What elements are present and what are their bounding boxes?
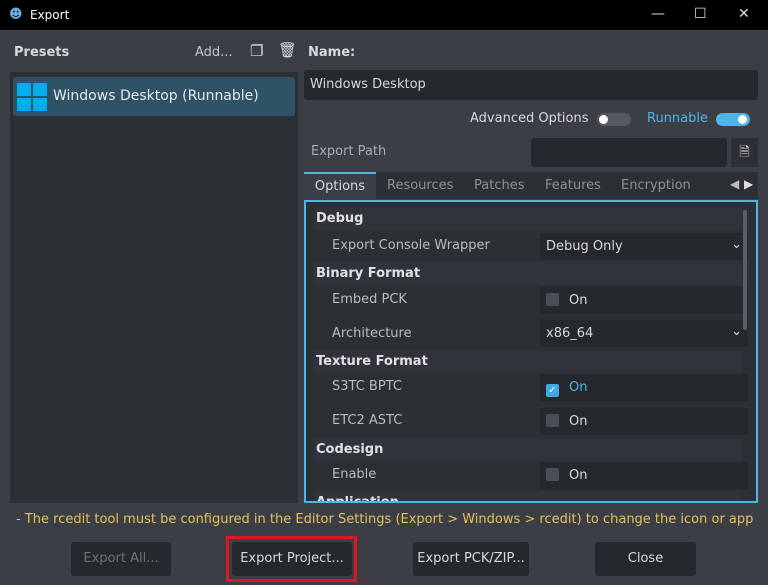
select-value: Debug Only (546, 239, 623, 254)
minimize-button[interactable]: — (651, 6, 665, 22)
title-bar: ☻ Export — ☐ ✕ (0, 0, 768, 30)
etc2-astc-row: ETC2 ASTC On (314, 408, 748, 435)
options-inspector: Debug Export Console Wrapper Debug Only ⌄… (304, 200, 758, 503)
presets-label: Presets (14, 45, 70, 60)
presets-list: Windows Desktop (Runnable) (10, 72, 298, 503)
advanced-options-label: Advanced Options (470, 111, 589, 126)
etc2-astc-checkbox[interactable]: On (540, 408, 748, 435)
checkbox-label: On (569, 293, 588, 308)
tab-features[interactable]: Features (545, 178, 601, 193)
runnable-toggle[interactable] (716, 113, 750, 126)
runnable-label: Runnable (647, 111, 708, 126)
tab-resources[interactable]: Resources (387, 178, 453, 193)
tab-encryption[interactable]: Encryption (621, 178, 691, 193)
export-path-label: Export Path (311, 144, 387, 159)
window-title: Export (30, 8, 70, 22)
tab-bar: Options Resources Patches Features Encry… (304, 172, 758, 199)
advanced-options-toggle[interactable] (597, 113, 631, 126)
duplicate-icon[interactable]: ❐ (250, 42, 263, 60)
close-window-button[interactable]: ✕ (738, 6, 750, 22)
delete-icon[interactable]: 🗑 (278, 41, 297, 59)
tab-scroll-right-icon[interactable]: ▶ (744, 177, 753, 191)
property-label: Export Console Wrapper (332, 238, 490, 253)
checkbox-icon (546, 414, 559, 427)
checkmark-icon: ✓ (546, 384, 559, 397)
name-label: Name: (308, 45, 356, 60)
preset-item-label: Windows Desktop (Runnable) (53, 88, 259, 104)
property-label: ETC2 ASTC (332, 413, 403, 428)
tab-scroll-left-icon[interactable]: ◀ (730, 177, 739, 191)
export-console-wrapper-row: Export Console Wrapper Debug Only ⌄ (314, 233, 748, 260)
checkbox-label: On (569, 414, 588, 429)
windows-icon (17, 83, 47, 111)
property-label: Enable (332, 467, 377, 482)
export-all-button[interactable]: Export All... (71, 542, 171, 576)
section-application: Application (314, 491, 742, 501)
s3tc-bptc-row: S3TC BPTC ✓ On (314, 374, 748, 401)
name-input[interactable]: Windows Desktop (304, 70, 758, 100)
export-project-button[interactable]: Export Project... (232, 542, 352, 576)
close-button[interactable]: Close (595, 542, 696, 576)
checkbox-label: On (569, 468, 588, 483)
s3tc-bptc-checkbox[interactable]: ✓ On (540, 374, 748, 401)
maximize-button[interactable]: ☐ (694, 6, 707, 22)
checkbox-label: On (569, 380, 588, 395)
preset-item[interactable]: Windows Desktop (Runnable) (13, 77, 295, 116)
browse-file-icon[interactable]: 🗎 (731, 138, 758, 167)
checkbox-icon (546, 468, 559, 481)
chevron-down-icon: ⌄ (731, 237, 742, 252)
rcedit-warning: - The rcedit tool must be configured in … (16, 512, 756, 527)
property-label: Embed PCK (332, 292, 407, 307)
checkbox-icon (546, 293, 559, 306)
embed-pck-checkbox[interactable]: On (540, 287, 748, 314)
export-console-wrapper-select[interactable]: Debug Only ⌄ (540, 233, 748, 260)
embed-pck-row: Embed PCK On (314, 287, 748, 314)
chevron-down-icon: ⌄ (731, 324, 742, 339)
property-label: S3TC BPTC (332, 379, 402, 394)
export-path-input[interactable] (531, 138, 727, 167)
select-value: x86_64 (546, 326, 594, 341)
section-texture-format: Texture Format (314, 350, 742, 373)
scrollbar[interactable] (743, 210, 747, 330)
export-pck-zip-button[interactable]: Export PCK/ZIP... (413, 542, 529, 576)
architecture-row: Architecture x86_64 ⌄ (314, 320, 748, 348)
section-debug: Debug (314, 207, 742, 230)
section-codesign: Codesign (314, 438, 742, 461)
godot-icon: ☻ (9, 7, 23, 22)
section-binary-format: Binary Format (314, 262, 742, 285)
enable-row: Enable On (314, 462, 748, 489)
property-label: Architecture (332, 326, 412, 341)
add-preset-button[interactable]: Add... (195, 45, 233, 60)
architecture-select[interactable]: x86_64 ⌄ (540, 320, 748, 347)
tab-options[interactable]: Options (304, 172, 376, 199)
tab-patches[interactable]: Patches (474, 178, 524, 193)
codesign-enable-checkbox[interactable]: On (540, 462, 748, 489)
